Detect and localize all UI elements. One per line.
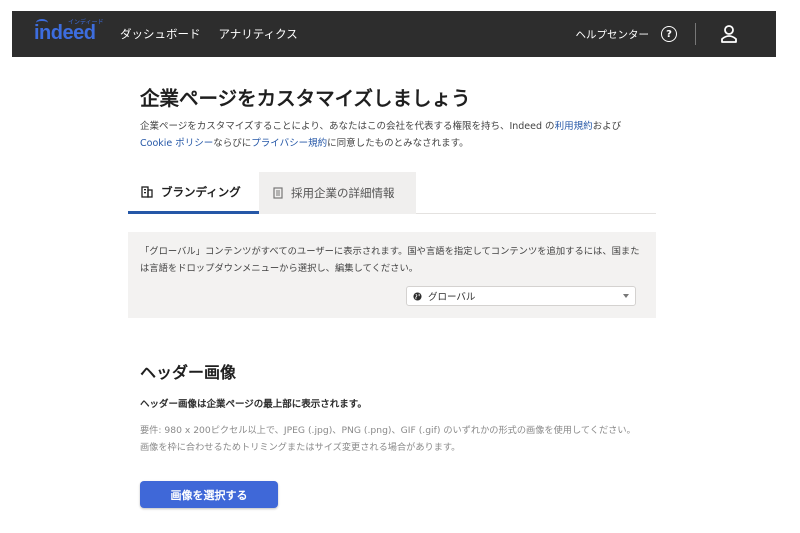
document-icon [273,187,283,199]
page-title: 企業ページをカスタマイズしましょう [140,87,471,110]
tab-bar: ブランディング 採用企業の詳細情報 [128,172,656,214]
help-question-icon[interactable]: ? [661,26,677,42]
intro-text-part4: に同意したものとみなされます。 [327,138,469,149]
select-image-button[interactable]: 画像を選択する [140,481,278,508]
global-content-notice: 「グローバル」コンテンツがすべてのユーザーに表示されます。国や言語を指定してコン… [128,232,656,318]
requirements-line-1: 要件: 980 x 200ピクセル以上で、JPEG (.jpg)、PNG (.p… [140,425,636,436]
chevron-down-icon [623,294,629,298]
terms-of-service-link[interactable]: 利用規約 [555,121,593,132]
help-center-link[interactable]: ヘルプセンター [576,27,650,42]
image-requirements: 要件: 980 x 200ピクセル以上で、JPEG (.jpg)、PNG (.p… [140,422,650,456]
tab-employer-details[interactable]: 採用企業の詳細情報 [259,172,416,214]
requirements-line-2: 画像を枠に合わせるためトリミングまたはサイズ変更される場合があります。 [140,442,461,453]
cookie-policy-link[interactable]: Cookie ポリシー [140,138,213,149]
indeed-logo[interactable]: indeed インディード [34,19,104,49]
logo-kana: インディード [68,19,104,26]
region-language-select[interactable]: グローバル [406,286,636,306]
nav-dashboard-link[interactable]: ダッシュボード [120,26,201,42]
select-value: グローバル [428,292,476,303]
tab-branding[interactable]: ブランディング [128,172,259,214]
nav-analytics-link[interactable]: アナリティクス [219,26,298,42]
header-image-description: ヘッダー画像は企業ページの最上部に表示されます。 [140,399,367,410]
notice-text: 「グローバル」コンテンツがすべてのユーザーに表示されます。国や言語を指定してコン… [140,246,640,274]
nav-divider [695,23,696,45]
header-image-title: ヘッダー画像 [140,363,237,382]
tab-branding-label: ブランディング [161,184,241,199]
privacy-policy-link[interactable]: プライバシー規約 [251,138,327,149]
top-navigation-bar: indeed インディード ダッシュボード アナリティクス ヘルプセンター ? [12,11,776,57]
intro-text-part2: および [592,121,622,132]
tab-employer-details-label: 採用企業の詳細情報 [291,186,395,200]
intro-text: 企業ページをカスタマイズすることにより、あなたはこの会社を代表する権限を持ち、I… [140,118,656,152]
intro-text-part1: 企業ページをカスタマイズすることにより、あなたはこの会社を代表する権限を持ち、I… [140,121,555,132]
globe-icon [413,291,422,301]
intro-text-part3: ならびに [213,138,252,149]
user-account-icon[interactable] [720,24,738,44]
building-icon [141,185,153,198]
